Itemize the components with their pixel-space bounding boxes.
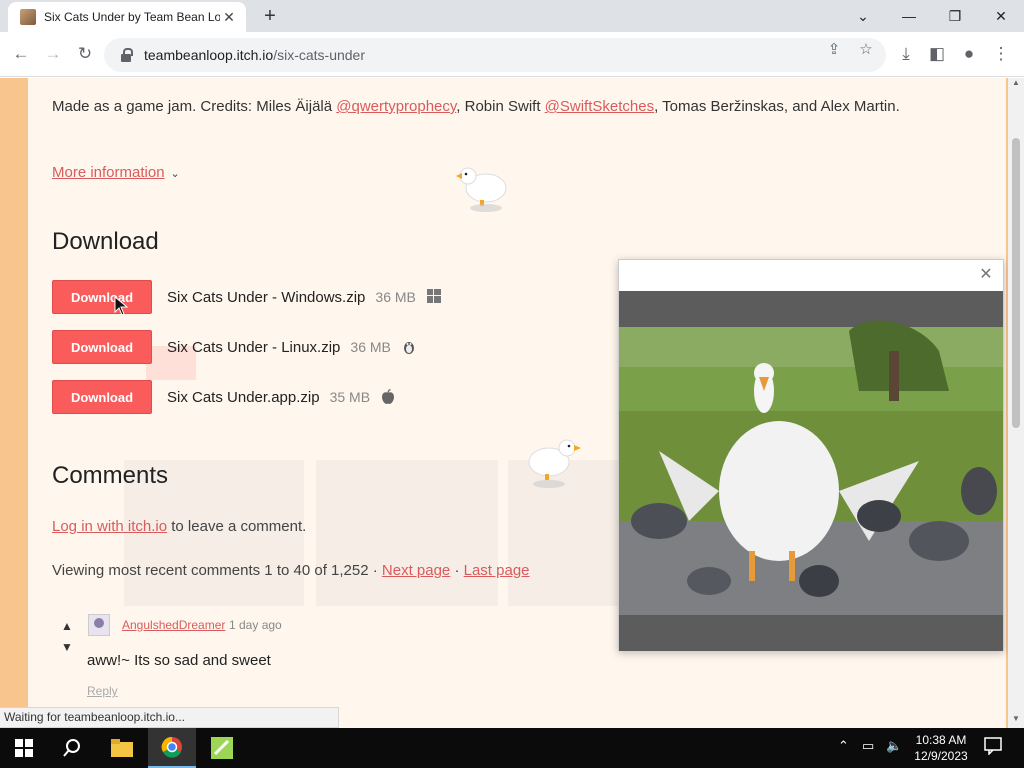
url-host: teambeanloop.itch.io <box>144 47 274 63</box>
browser-tab[interactable]: Six Cats Under by Team Bean Lo ✕ <box>8 2 246 32</box>
last-page-link[interactable]: Last page <box>464 562 530 579</box>
login-prompt: Log in with itch.io to leave a comment. <box>52 518 306 535</box>
comments-pagination: Viewing most recent comments 1 to 40 of … <box>52 562 530 579</box>
duck-sprite-icon <box>525 434 585 495</box>
browser-tab-bar: Six Cats Under by Team Bean Lo ✕ + ⌄ — ❐… <box>0 0 1024 32</box>
credit-link-qwertyprophecy[interactable]: @qwertyprophecy <box>336 98 456 115</box>
bookmark-star-icon[interactable]: ☆ <box>856 40 876 60</box>
avatar[interactable] <box>88 614 110 636</box>
downvote-icon[interactable]: ▼ <box>58 640 76 654</box>
tab-close-icon[interactable]: ✕ <box>220 9 238 26</box>
mouse-cursor-icon <box>114 295 129 321</box>
credits-prefix: Made as a game jam. Credits: Miles Äijäl… <box>52 98 337 115</box>
new-tab-button[interactable]: + <box>258 4 282 28</box>
faded-card <box>316 460 498 606</box>
comment-date: 1 day ago <box>229 618 282 632</box>
windows-start-icon[interactable] <box>0 728 48 768</box>
comments-heading: Comments <box>52 462 169 489</box>
menu-kebab-icon[interactable]: ⋮ <box>988 41 1014 67</box>
comment-body: aww!~ Its so sad and sweet <box>87 652 271 669</box>
more-information-link[interactable]: More information ⌄ <box>52 164 180 181</box>
reload-icon[interactable]: ↻ <box>72 41 98 67</box>
linux-icon <box>401 339 417 355</box>
scroll-down-icon[interactable]: ▼ <box>1008 714 1024 728</box>
credit-link-swiftsketches[interactable]: @SwiftSketches <box>545 98 654 115</box>
windows-taskbar: ⌃ ▭ 🔈 10:38 AM 12/9/2023 <box>0 728 1024 768</box>
system-clock[interactable]: 10:38 AM 12/9/2023 <box>896 732 986 764</box>
comment-reply-link[interactable]: Reply <box>87 684 118 698</box>
credits-text: Made as a game jam. Credits: Miles Äijäl… <box>52 98 900 115</box>
profile-avatar-icon[interactable]: ● <box>956 41 982 67</box>
tray-chevron-up-icon[interactable]: ⌃ <box>838 738 849 754</box>
status-bubble: Waiting for teambeanloop.itch.io... <box>0 707 339 728</box>
credits-mid: , Robin Swift <box>456 98 545 115</box>
restore-button[interactable]: ❐ <box>932 2 978 30</box>
download-row-linux: Download Six Cats Under - Linux.zip 36 M… <box>52 330 417 364</box>
comment-username[interactable]: AngulshedDreamer <box>122 618 225 632</box>
close-window-button[interactable]: ✕ <box>978 2 1024 30</box>
file-explorer-icon[interactable] <box>98 728 146 768</box>
clock-time: 10:38 AM <box>915 733 967 747</box>
tab-title: Six Cats Under by Team Bean Lo <box>44 10 220 24</box>
download-row-mac: Download Six Cats Under.app.zip 35 MB <box>52 380 396 414</box>
download-linux-button[interactable]: Download <box>52 330 152 364</box>
download-file-size: 36 MB <box>350 339 391 355</box>
download-file-size: 35 MB <box>329 389 371 405</box>
chevron-down-icon: ⌄ <box>170 168 180 180</box>
download-windows-button[interactable]: Download <box>52 280 152 314</box>
chrome-icon[interactable] <box>148 728 196 768</box>
url-bar[interactable]: teambeanloop.itch.io/six-cats-under <box>104 38 886 72</box>
close-icon[interactable]: ✕ <box>977 266 995 284</box>
forward-arrow-icon[interactable]: → <box>40 41 66 67</box>
download-file-name: Six Cats Under - Linux.zip <box>167 338 341 356</box>
notifications-icon[interactable] <box>984 737 1002 758</box>
app-icon[interactable] <box>198 728 246 768</box>
login-link[interactable]: Log in with itch.io <box>52 518 167 535</box>
download-heading: Download <box>52 228 159 255</box>
page-scrollbar[interactable]: ▲ ▼ <box>1008 78 1024 728</box>
scrollbar-thumb[interactable] <box>1012 138 1020 428</box>
tab-favicon-icon <box>20 9 36 25</box>
tab-search-chevron-down-icon[interactable]: ⌄ <box>840 2 886 30</box>
windows-icon <box>426 289 442 305</box>
share-icon[interactable]: ⇪ <box>824 40 844 60</box>
download-file-name: Six Cats Under - Windows.zip <box>167 288 366 306</box>
url-path: /six-cats-under <box>273 47 366 63</box>
pagination-separator: · <box>450 562 464 579</box>
minimize-button[interactable]: — <box>886 2 932 30</box>
video-popup[interactable]: ✕ <box>618 259 1004 651</box>
address-toolbar: ← → ↻ teambeanloop.itch.io/six-cats-unde… <box>0 32 1024 77</box>
download-row-windows: Download Six Cats Under - Windows.zip 36… <box>52 280 442 314</box>
video-frame[interactable] <box>619 291 1003 651</box>
viewing-range-text: Viewing most recent comments 1 to 40 of … <box>52 562 382 579</box>
clock-date: 12/9/2023 <box>914 749 968 763</box>
lock-icon <box>120 48 134 62</box>
credits-suffix: , Tomas Beržinskas, and Alex Martin. <box>654 98 900 115</box>
duck-sprite-icon <box>452 162 512 219</box>
download-mac-button[interactable]: Download <box>52 380 152 414</box>
search-icon[interactable] <box>48 728 96 768</box>
side-panel-icon[interactable]: ◧ <box>924 41 950 67</box>
apple-icon <box>380 388 396 405</box>
download-file-size: 36 MB <box>375 289 416 305</box>
download-icon[interactable]: ⤓ <box>893 41 919 67</box>
next-page-link[interactable]: Next page <box>382 562 450 579</box>
back-arrow-icon[interactable]: ← <box>8 41 34 67</box>
upvote-icon[interactable]: ▲ <box>58 619 76 633</box>
network-icon[interactable]: ▭ <box>862 738 874 754</box>
more-information-label: More information <box>52 164 165 181</box>
scroll-up-icon[interactable]: ▲ <box>1008 78 1024 92</box>
download-file-name: Six Cats Under.app.zip <box>167 388 320 406</box>
login-suffix: to leave a comment. <box>167 518 307 535</box>
